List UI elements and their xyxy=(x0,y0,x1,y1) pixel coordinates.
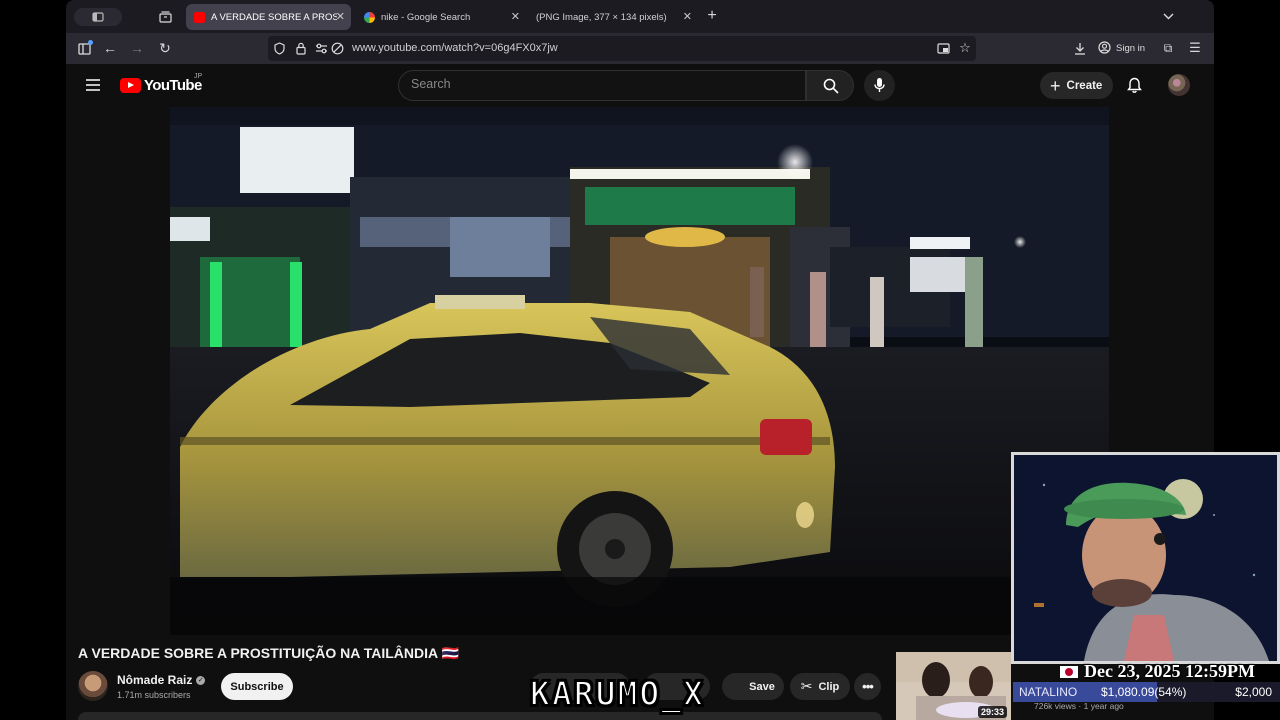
new-tab-icon[interactable]: + xyxy=(704,7,720,24)
search-box[interactable] xyxy=(398,70,806,101)
search-icon xyxy=(823,78,839,99)
video-frame xyxy=(170,107,1109,635)
account-icon xyxy=(1098,40,1111,57)
clip-label: Clip xyxy=(818,680,840,693)
tab-png-image[interactable]: (PNG Image, 377 × 134 pixels) ✕ xyxy=(528,4,698,30)
extensions-icon[interactable]: ⧉ xyxy=(1160,40,1176,56)
webcam-overlay xyxy=(1011,452,1280,664)
more-actions-button[interactable]: ••• xyxy=(854,673,881,700)
region-label: JP xyxy=(194,73,203,80)
video-title: A VERDADE SOBRE A PROSTITUIÇÃO NA TAILÂN… xyxy=(78,645,459,661)
tab-bar: A VERDADE SOBRE A PROSTITUIÇÃO NA TAILÂN… xyxy=(66,0,1214,33)
url-text: www.youtube.com/watch?v=06g4FX0x7jw xyxy=(352,42,558,54)
video-player[interactable] xyxy=(170,107,1109,635)
voice-search-button[interactable] xyxy=(864,70,895,101)
search-button[interactable] xyxy=(806,70,854,101)
tab-youtube[interactable]: A VERDADE SOBRE A PROSTITUIÇÃO NA TAILÂN… xyxy=(186,4,351,30)
sidebar-toggle-icon[interactable] xyxy=(74,8,122,26)
comment-bar xyxy=(78,712,882,720)
save-button[interactable]: Save xyxy=(722,673,784,700)
chevron-down-icon[interactable] xyxy=(1160,8,1176,24)
datetime-stamp: Dec 23, 2025 12:59PM xyxy=(1060,661,1255,682)
youtube-header: YouTube JP + Create xyxy=(66,64,1214,106)
hamburger-menu-icon[interactable] xyxy=(84,77,102,93)
create-label: Create xyxy=(1066,79,1103,92)
plus-icon: + xyxy=(1050,75,1061,96)
channel-name-text: Nômade Raiz xyxy=(117,673,193,687)
scissors-icon: ✂ xyxy=(800,678,813,694)
create-button[interactable]: + Create xyxy=(1040,72,1113,99)
youtube-play-icon xyxy=(120,78,141,93)
more-horizontal-icon: ••• xyxy=(862,679,874,694)
google-icon xyxy=(364,11,375,23)
forward-arrow-icon[interactable]: → xyxy=(129,40,145,56)
goal-percent-text: (54%) xyxy=(1154,685,1187,699)
lock-icon[interactable] xyxy=(294,41,308,55)
microphone-icon xyxy=(874,77,885,98)
save-label: Save xyxy=(749,680,775,693)
webcam-image xyxy=(1014,455,1277,661)
recommended-video-thumbnail[interactable]: 29:33 xyxy=(896,652,1011,720)
search-input[interactable] xyxy=(411,77,791,91)
subscriber-count: 1.71m subscribers xyxy=(117,690,191,700)
close-icon[interactable]: ✕ xyxy=(511,10,520,23)
donation-goal-bar: NATALINO $1,080.09(54%) $2,000 xyxy=(1013,682,1280,702)
goal-current: $1,080.09(54%) xyxy=(1101,685,1186,699)
reload-icon[interactable]: ↻ xyxy=(157,40,173,56)
user-avatar[interactable] xyxy=(1168,74,1190,96)
tab-title: A VERDADE SOBRE A PROSTITUIÇÃO NA TAILÂN… xyxy=(211,11,337,23)
tab-google[interactable]: nike - Google Search ✕ xyxy=(356,4,526,30)
back-arrow-icon[interactable]: ← xyxy=(102,40,118,56)
tab-title: (PNG Image, 377 × 134 pixels) xyxy=(536,11,667,23)
recommended-meta: 726k views · 1 year ago xyxy=(1034,701,1124,711)
channel-name[interactable]: Nômade Raiz ✓ xyxy=(117,673,206,687)
screen: A VERDADE SOBRE A PROSTITUIÇÃO NA TAILÂN… xyxy=(0,0,1280,720)
goal-target: $2,000 xyxy=(1235,685,1272,699)
streamer-watermark: KARUMO_X xyxy=(529,673,705,714)
clip-button[interactable]: ✂ Clip xyxy=(790,673,850,700)
channel-avatar[interactable] xyxy=(78,671,108,701)
close-icon[interactable]: ✕ xyxy=(683,10,692,23)
goal-current-amount: $1,080.09 xyxy=(1101,685,1155,699)
subscribe-button[interactable]: Subscribe xyxy=(221,673,293,700)
youtube-icon xyxy=(194,11,205,23)
sign-in-label: Sign in xyxy=(1116,43,1146,54)
close-icon[interactable]: ✕ xyxy=(336,10,345,23)
tab-title: nike - Google Search xyxy=(381,11,471,23)
bookmark-star-icon[interactable]: ☆ xyxy=(958,40,972,55)
notifications-bell-icon[interactable] xyxy=(1125,76,1143,94)
video-duration: 29:33 xyxy=(977,706,1007,718)
picture-in-picture-icon[interactable] xyxy=(936,41,950,55)
navigation-bar: ← → ↻ www.youtube.com/watch?v=06g4FX0x7j… xyxy=(66,33,1214,64)
download-icon[interactable] xyxy=(1072,40,1088,56)
address-bar[interactable]: www.youtube.com/watch?v=06g4FX0x7jw ☆ xyxy=(268,36,976,61)
sidebar-icon[interactable] xyxy=(76,40,93,57)
verified-check-icon: ✓ xyxy=(196,675,206,685)
menu-icon[interactable]: ☰ xyxy=(1187,40,1203,56)
autoplay-blocked-icon[interactable] xyxy=(330,41,344,55)
datetime-text: Dec 23, 2025 12:59PM xyxy=(1084,661,1255,681)
goal-name: NATALINO xyxy=(1019,685,1078,699)
sign-in-button[interactable]: Sign in xyxy=(1098,39,1145,58)
shield-icon[interactable] xyxy=(272,41,286,55)
japan-flag-icon xyxy=(1060,665,1078,678)
permissions-icon[interactable] xyxy=(314,41,328,55)
tab-overview-icon[interactable] xyxy=(158,10,172,24)
